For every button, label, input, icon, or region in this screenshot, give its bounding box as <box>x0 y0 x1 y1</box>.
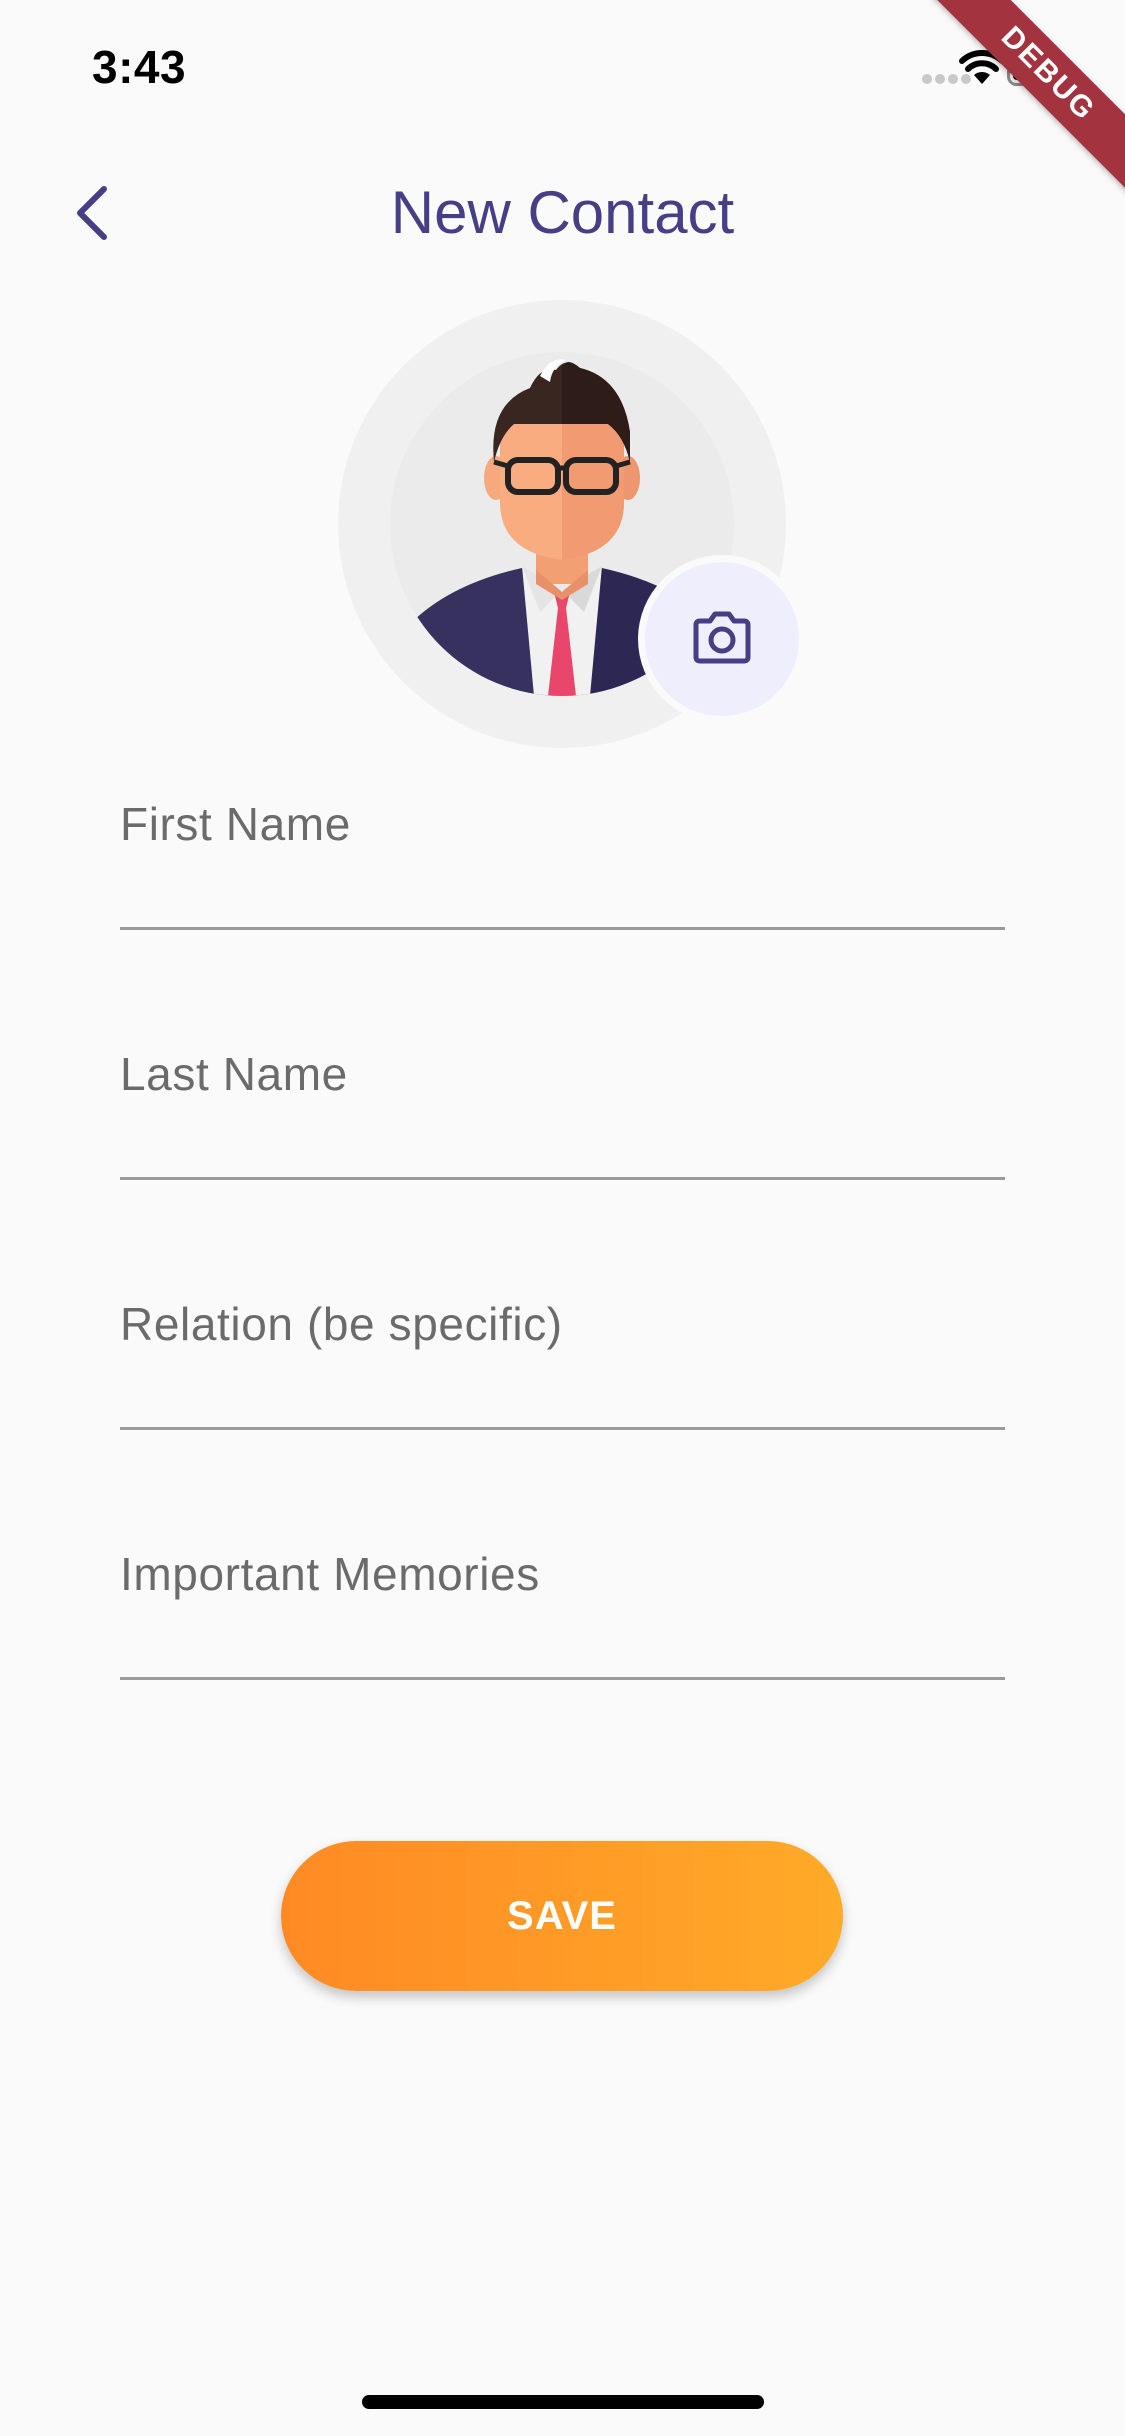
important-memories-field[interactable]: Important Memories <box>120 1547 1005 1680</box>
save-button-label: SAVE <box>507 1893 617 1938</box>
camera-button-face <box>645 562 799 716</box>
first-name-label: First Name <box>120 798 351 850</box>
important-memories-label: Important Memories <box>120 1548 540 1600</box>
camera-icon <box>690 609 754 670</box>
status-time: 3:43 <box>92 41 187 93</box>
save-button[interactable]: SAVE <box>281 1841 843 1991</box>
relation-label: Relation (be specific) <box>120 1298 563 1350</box>
first-name-field[interactable]: First Name <box>120 797 1005 930</box>
page-title: New Contact <box>390 179 735 246</box>
change-photo-button[interactable] <box>638 555 806 723</box>
last-name-field[interactable]: Last Name <box>120 1047 1005 1180</box>
relation-field[interactable]: Relation (be specific) <box>120 1297 1005 1430</box>
last-name-label: Last Name <box>120 1048 348 1100</box>
home-indicator[interactable] <box>362 2395 764 2409</box>
